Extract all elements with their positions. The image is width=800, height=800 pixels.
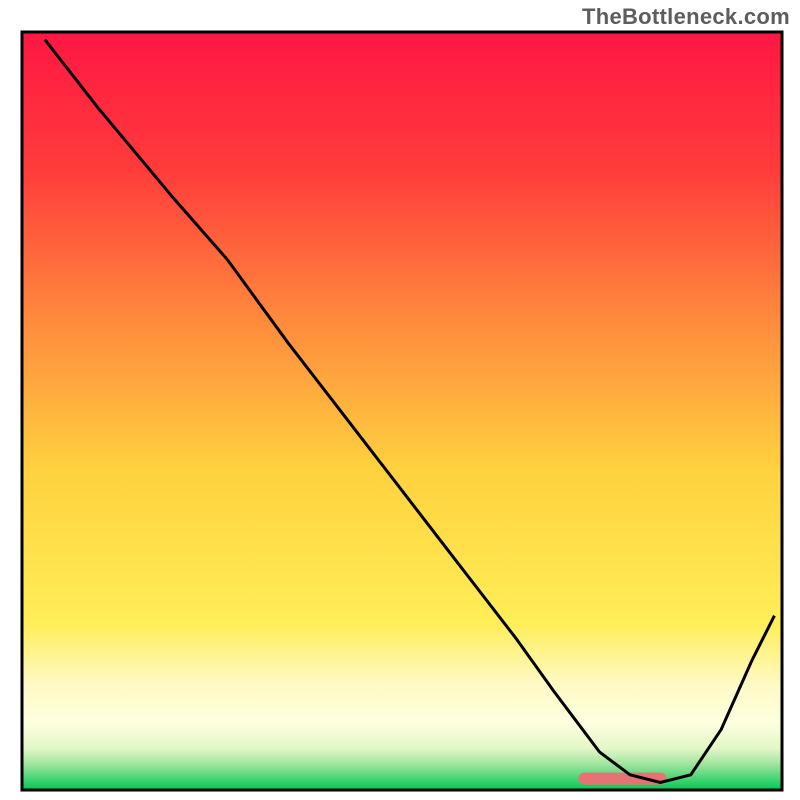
- chart-stage: TheBottleneck.com: [0, 0, 800, 800]
- chart-svg: [0, 0, 800, 800]
- plot-background: [22, 32, 782, 790]
